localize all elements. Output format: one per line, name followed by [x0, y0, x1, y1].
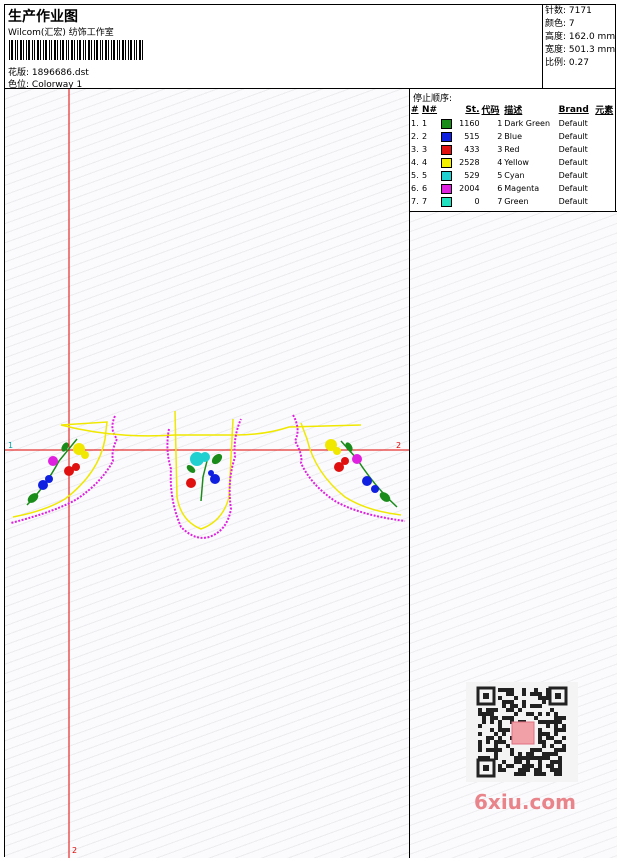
row-stitches: 2004: [459, 184, 480, 193]
row-code: 6: [497, 184, 503, 193]
row-code: 2: [497, 132, 503, 141]
stat-stitches: 针数: 7171: [545, 6, 592, 16]
color-swatch: [440, 182, 455, 195]
row-element: [594, 117, 617, 130]
axis-label-h-start: 1: [8, 441, 14, 450]
row-code: 7: [497, 197, 503, 206]
color-swatch: [440, 156, 455, 169]
col-header: 描述: [504, 106, 523, 116]
row-code: 5: [497, 171, 503, 180]
header-block: 生产作业图 Wilcom(汇宏) 纺饰工作室 花版: 1896686.dst 色…: [5, 5, 617, 90]
design-stats: 针数: 7171 颜色: 7 高度: 162.0 mm 宽度: 501.3 mm…: [542, 5, 617, 89]
row-description: Blue: [504, 132, 522, 141]
table-row[interactable]: 2. 2 515 2 Blue Default: [410, 130, 617, 143]
row-brand: Default: [558, 171, 588, 180]
row-code: 3: [497, 145, 503, 154]
table-header-row: # N# St. 代码 描述 Brand 元素: [410, 102, 617, 117]
stat-width: 宽度: 501.3 mm: [545, 45, 616, 55]
col-header: 代码: [481, 106, 500, 116]
row-num: 2.: [411, 132, 419, 141]
col-header: N#: [421, 104, 438, 115]
table-row[interactable]: 4. 4 2528 4 Yellow Default: [410, 156, 617, 169]
stat-height: 高度: 162.0 mm: [545, 32, 616, 42]
table-row[interactable]: 6. 6 2004 6 Magenta Default: [410, 182, 617, 195]
row-element: [594, 182, 617, 195]
row-brand: Default: [558, 119, 588, 128]
row-stitches: 0: [474, 197, 480, 206]
row-description: Cyan: [504, 171, 525, 180]
row-num: 3.: [411, 145, 419, 154]
table-row[interactable]: 5. 5 529 5 Cyan Default: [410, 169, 617, 182]
color-swatch: [440, 169, 455, 182]
row-stitches: 529: [464, 171, 480, 180]
color-swatch: [440, 195, 455, 208]
row-brand: Default: [558, 145, 588, 154]
row-num: 1.: [411, 119, 419, 128]
row-element: [594, 195, 617, 208]
stat-colors: 颜色: 7: [545, 19, 575, 29]
page-title: 生产作业图: [8, 9, 78, 25]
row-description: Magenta: [504, 184, 540, 193]
row-needle: 5: [421, 171, 428, 180]
row-code: 1: [497, 119, 503, 128]
row-num: 6.: [411, 184, 419, 193]
row-brand: Default: [558, 158, 588, 167]
row-needle: 1: [421, 119, 428, 128]
row-needle: 2: [421, 132, 428, 141]
row-needle: 6: [421, 184, 428, 193]
color-swatch: [440, 130, 455, 143]
row-num: 7.: [411, 197, 419, 206]
row-code: 4: [497, 158, 503, 167]
design-canvas[interactable]: 1 2 2: [5, 89, 410, 858]
row-num: 4.: [411, 158, 419, 167]
stat-scale: 比例: 0.27: [545, 58, 589, 68]
row-stitches: 1160: [459, 119, 480, 128]
right-motif: [292, 414, 406, 522]
qr-center-logo: [511, 721, 535, 745]
table-row[interactable]: 1. 1 1160 1 Dark Green Default: [410, 117, 617, 130]
row-element: [594, 169, 617, 182]
row-brand: Default: [558, 197, 588, 206]
row-description: Yellow: [504, 158, 529, 167]
row-brand: Default: [558, 132, 588, 141]
barcode: [9, 40, 143, 60]
col-header: #: [411, 104, 419, 115]
stop-sequence-table: # N# St. 代码 描述 Brand 元素 1. 1 1160 1 Dark Gre…: [410, 102, 617, 208]
row-element: [594, 156, 617, 169]
table-row[interactable]: 3. 3 433 3 Red Default: [410, 143, 617, 156]
company-name: Wilcom(汇宏) 纺饰工作室: [8, 28, 114, 38]
col-header: St.: [465, 104, 480, 115]
color-swatch: [440, 117, 455, 130]
embroidery-preview: [5, 89, 409, 858]
table-row[interactable]: 7. 7 0 7 Green Default: [410, 195, 617, 208]
row-needle: 4: [421, 158, 428, 167]
row-brand: Default: [558, 184, 588, 193]
watermark: 6xiu.com: [474, 790, 576, 814]
col-header: 元素: [595, 106, 614, 116]
row-stitches: 433: [464, 145, 480, 154]
col-header: Brand: [558, 104, 589, 115]
qr-code: [466, 682, 578, 782]
row-num: 5.: [411, 171, 419, 180]
row-element: [594, 143, 617, 156]
row-needle: 7: [421, 197, 428, 206]
row-element: [594, 130, 617, 143]
axis-label-v-end: 2: [72, 846, 78, 855]
row-needle: 3: [421, 145, 428, 154]
axis-label-h-end: 2: [396, 441, 402, 450]
row-description: Green: [504, 197, 529, 206]
row-description: Dark Green: [504, 119, 551, 128]
color-swatch: [440, 143, 455, 156]
row-stitches: 515: [464, 132, 480, 141]
row-stitches: 2528: [459, 158, 480, 167]
row-description: Red: [504, 145, 520, 154]
